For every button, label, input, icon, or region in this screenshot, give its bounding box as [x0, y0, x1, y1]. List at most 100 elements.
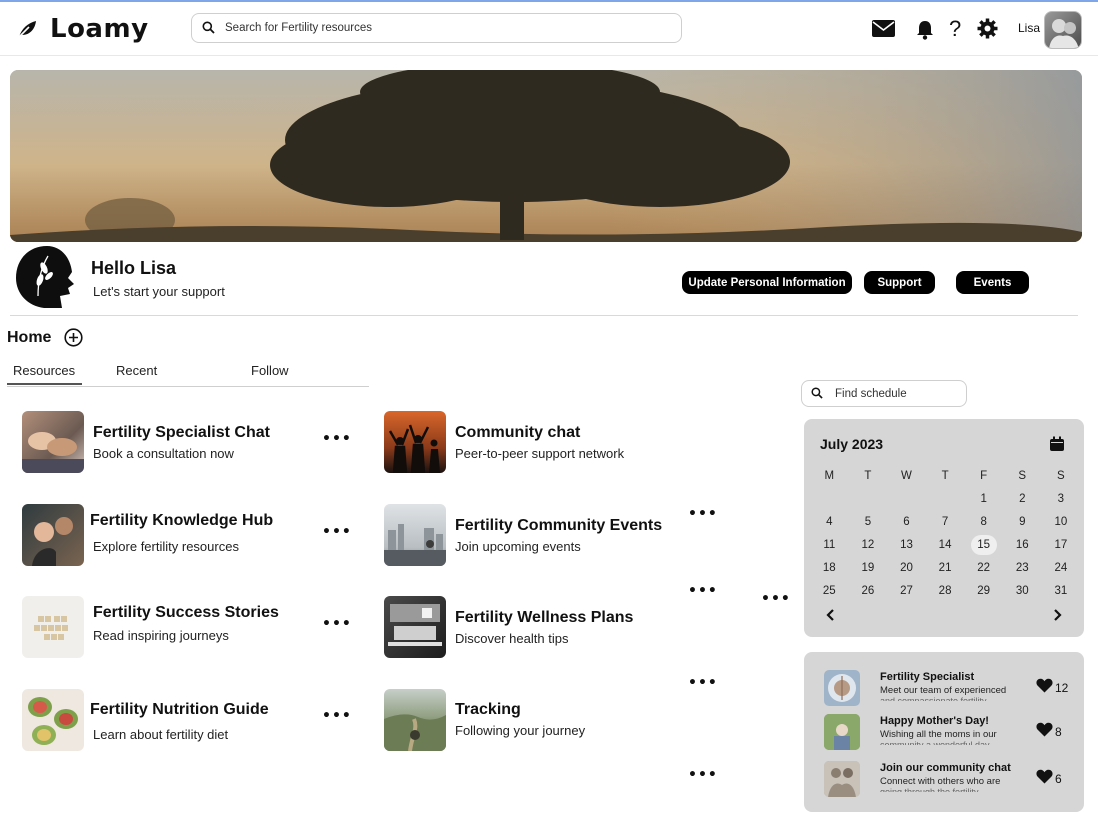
support-button[interactable]: Support [864, 271, 935, 294]
calendar-day[interactable]: 3 [1042, 487, 1081, 510]
calendar-day[interactable]: 29 [964, 579, 1003, 602]
calendar-day[interactable]: 10 [1042, 510, 1081, 533]
calendar-day[interactable]: 2 [1003, 487, 1042, 510]
calendar-weekday: W [901, 469, 912, 482]
resource-thumb-knowledge-hub[interactable] [22, 504, 84, 566]
feed-item[interactable]: Happy Mother's Day! Wishing all the moms… [824, 714, 1074, 754]
heart-icon[interactable] [1036, 678, 1053, 697]
calendar-day[interactable]: 12 [849, 533, 888, 556]
update-info-button[interactable]: Update Personal Information [682, 271, 852, 294]
calendar-day[interactable]: 25 [810, 579, 849, 602]
resource-title[interactable]: Fertility Knowledge Hub [90, 512, 273, 530]
feed-item[interactable]: Join our community chat Connect with oth… [824, 761, 1074, 801]
calendar-day[interactable]: 18 [810, 556, 849, 579]
add-circle-icon[interactable] [64, 328, 83, 347]
more-options-icon[interactable]: ••• [322, 432, 352, 446]
profile-logo[interactable] [14, 244, 80, 310]
resource-title[interactable]: Community chat [455, 424, 580, 442]
calendar-day[interactable]: 7 [926, 510, 965, 533]
activity-feed: Fertility Specialist Meet our team of ex… [804, 652, 1084, 812]
resource-title[interactable]: Fertility Nutrition Guide [90, 701, 269, 719]
calendar-day [810, 487, 849, 510]
calendar-day[interactable]: 13 [887, 533, 926, 556]
mail-icon[interactable] [872, 20, 895, 37]
feed-title: Join our community chat [880, 762, 1011, 774]
calendar-day[interactable]: 4 [810, 510, 849, 533]
search-input[interactable] [225, 22, 655, 34]
feed-like[interactable]: 8 [1036, 722, 1062, 741]
calendar-day[interactable]: 23 [1003, 556, 1042, 579]
more-options-icon[interactable]: ••• [761, 592, 791, 606]
search-icon [202, 19, 215, 38]
gear-icon[interactable] [977, 18, 998, 39]
top-header: Loamy ? Lisa [0, 2, 1098, 56]
calendar-day[interactable]: 17 [1042, 533, 1081, 556]
more-options-icon[interactable]: ••• [322, 525, 352, 539]
calendar-day[interactable]: 1 [964, 487, 1003, 510]
resource-thumb-community-chat[interactable] [384, 411, 446, 473]
resource-subtitle: Peer-to-peer support network [455, 446, 625, 461]
help-icon[interactable]: ? [949, 16, 961, 42]
calendar-day[interactable]: 11 [810, 533, 849, 556]
calendar-icon[interactable] [1049, 436, 1065, 452]
greeting-subtitle: Let's start your support [93, 284, 225, 299]
schedule-search-input[interactable] [835, 387, 955, 400]
more-options-icon[interactable]: ••• [688, 676, 718, 690]
calendar-day[interactable]: 19 [849, 556, 888, 579]
feed-item[interactable]: Fertility Specialist Meet our team of ex… [824, 670, 1074, 710]
more-options-icon[interactable]: ••• [688, 768, 718, 782]
calendar-day[interactable]: 31 [1042, 579, 1081, 602]
more-options-icon[interactable]: ••• [688, 507, 718, 521]
resource-thumb-specialist-chat[interactable] [22, 411, 84, 473]
calendar-day[interactable]: 8 [964, 510, 1003, 533]
more-options-icon[interactable]: ••• [688, 584, 718, 598]
tab-resources[interactable]: Resources [13, 363, 75, 378]
more-options-icon[interactable]: ••• [322, 617, 352, 631]
calendar-day[interactable]: 28 [926, 579, 965, 602]
resource-thumb-nutrition-guide[interactable] [22, 689, 84, 751]
resource-title[interactable]: Fertility Wellness Plans [455, 609, 633, 627]
calendar-day-today[interactable]: 15 [970, 534, 997, 555]
calendar-day[interactable]: 16 [1003, 533, 1042, 556]
events-button[interactable]: Events [956, 271, 1029, 294]
calendar-day[interactable]: 30 [1003, 579, 1042, 602]
calendar-widget: July 2023 M T W T F S S 1 2 3 4 5 6 7 8 9 10 11 12 13 14 15 16… [804, 419, 1084, 637]
calendar-weekday: S [1057, 469, 1065, 482]
calendar-day[interactable]: 22 [964, 556, 1003, 579]
bell-icon[interactable] [916, 20, 934, 40]
calendar-day[interactable]: 9 [1003, 510, 1042, 533]
cover-banner [10, 70, 1082, 242]
resource-title[interactable]: Fertility Specialist Chat [93, 424, 270, 442]
resource-thumb-tracking[interactable] [384, 689, 446, 751]
resource-thumb-success-stories[interactable] [22, 596, 84, 658]
heart-icon[interactable] [1036, 722, 1053, 741]
resource-subtitle: Read inspiring journeys [93, 628, 229, 643]
resource-subtitle: Book a consultation now [93, 446, 234, 461]
calendar-day[interactable]: 27 [887, 579, 926, 602]
calendar-day[interactable]: 24 [1042, 556, 1081, 579]
prev-month-icon[interactable] [824, 607, 838, 621]
resource-thumb-wellness-plans[interactable] [384, 596, 446, 658]
avatar[interactable] [1044, 11, 1082, 49]
calendar-day[interactable]: 21 [926, 556, 965, 579]
calendar-day[interactable]: 6 [887, 510, 926, 533]
calendar-day[interactable]: 5 [849, 510, 888, 533]
calendar-day[interactable]: 20 [887, 556, 926, 579]
tab-follow[interactable]: Follow [251, 363, 289, 378]
user-name[interactable]: Lisa [1018, 21, 1040, 35]
resource-title[interactable]: Fertility Community Events [455, 517, 662, 535]
calendar-day[interactable]: 26 [849, 579, 888, 602]
calendar-weekday: T [864, 469, 872, 482]
tab-recent[interactable]: Recent [116, 363, 157, 378]
calendar-day[interactable]: 14 [926, 533, 965, 556]
logo[interactable]: Loamy [16, 14, 149, 44]
resource-thumb-community-events[interactable] [384, 504, 446, 566]
feed-like[interactable]: 12 [1036, 678, 1068, 697]
more-options-icon[interactable]: ••• [322, 709, 352, 723]
heart-icon[interactable] [1036, 769, 1053, 788]
next-month-icon[interactable] [1050, 607, 1064, 621]
tree-landscape-image [10, 70, 1082, 242]
feed-like[interactable]: 6 [1036, 769, 1062, 788]
resource-title[interactable]: Tracking [455, 701, 521, 719]
resource-title[interactable]: Fertility Success Stories [93, 604, 279, 622]
